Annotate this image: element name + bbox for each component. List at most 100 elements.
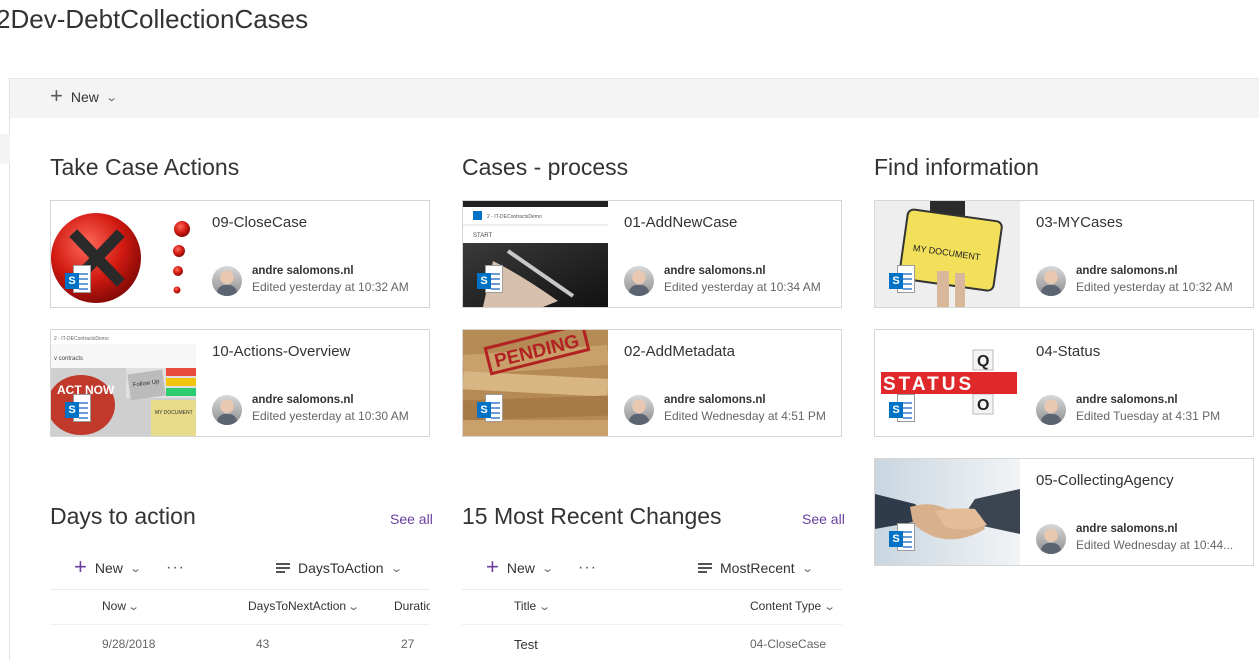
avatar (624, 395, 654, 425)
more-options-button[interactable]: ··· (166, 559, 185, 577)
column-header-content-type[interactable]: Content Type ⌄ (750, 599, 836, 613)
document-card-add-new-case[interactable]: 2 - IT-DEContractsDemo START S 01-AddNew… (462, 200, 842, 308)
view-icon (276, 563, 290, 573)
view-selector-days-to-action[interactable]: DaysToAction ⌄ (276, 560, 403, 576)
document-card-add-metadata[interactable]: PENDING S 02-AddMetadata andre salomons.… (462, 329, 842, 437)
card-author: andre salomons.nl (664, 394, 766, 406)
card-edited: Edited yesterday at 10:34 AM (664, 280, 821, 294)
cell-content-type: 04-CloseCase (750, 637, 827, 651)
chevron-down-icon: ⌄ (389, 562, 403, 575)
see-all-link-days-to-action[interactable]: See all (390, 511, 433, 527)
cell-title[interactable]: Test (514, 637, 538, 652)
document-card-status[interactable]: Q O STATUS S 04-Status andre salomons.nl… (874, 329, 1254, 437)
thumbnail-add-metadata: PENDING S (463, 330, 608, 436)
recent-changes-new-button[interactable]: + New ⌄ (486, 553, 554, 579)
thumbnail-actions-overview: 2 - IT-DEContractsDemo v contracts Follo… (51, 330, 196, 436)
card-author: andre salomons.nl (664, 265, 766, 277)
left-navigation-rail (0, 78, 10, 660)
plus-icon: + (50, 82, 63, 108)
avatar (1036, 395, 1066, 425)
document-card-collecting-agency[interactable]: S 05-CollectingAgency andre salomons.nl … (874, 458, 1254, 566)
section-title-find-information: Find information (874, 154, 1039, 180)
site-title: 2Dev-DebtCollectionCases (0, 4, 309, 34)
column-header-duration[interactable]: Duratio (394, 599, 430, 613)
sharepoint-page-icon: S (65, 265, 91, 295)
new-button-label: New (94, 560, 123, 576)
table-row[interactable]: Test 04-CloseCase (462, 624, 842, 658)
plus-icon: + (486, 553, 499, 579)
new-button[interactable]: + New ⌄ (50, 82, 118, 108)
days-to-action-header-row: Now ⌄ DaysToNextAction ⌄ Duratio (50, 589, 430, 621)
thumbnail-add-new-case: 2 - IT-DEContractsDemo START S (463, 201, 608, 307)
section-title-take-case-actions: Take Case Actions (50, 154, 240, 180)
thumbnail-close-case: S (51, 201, 196, 307)
table-row[interactable]: 9/28/2018 43 27 (50, 624, 430, 658)
document-card-close-case[interactable]: S 09-CloseCase andre salomons.nl Edited … (50, 200, 430, 308)
svg-text:O: O (977, 397, 989, 414)
view-selector-recent-changes[interactable]: MostRecent ⌄ (698, 560, 814, 576)
sharepoint-page-icon: S (889, 265, 915, 295)
new-button-label: New (506, 560, 535, 576)
sharepoint-page-icon: S (477, 265, 503, 295)
thumb-start-text: START (473, 233, 492, 239)
chevron-down-icon: ⌄ (129, 562, 142, 575)
days-to-action-new-button[interactable]: + New ⌄ (74, 553, 142, 579)
plus-icon: + (74, 553, 87, 579)
card-author: andre salomons.nl (1076, 265, 1178, 277)
sharepoint-page-icon: S (65, 394, 91, 424)
view-icon (698, 563, 712, 573)
card-title: 01-AddNewCase (624, 214, 738, 231)
recent-changes-toolbar: + New ⌄ ··· MostRecent ⌄ (462, 551, 842, 585)
svg-text:Q: Q (977, 353, 989, 370)
column-header-days-to-next-action[interactable]: DaysToNextAction ⌄ (248, 599, 361, 613)
card-author: andre salomons.nl (252, 265, 354, 277)
card-title: 05-CollectingAgency (1036, 472, 1174, 489)
card-author: andre salomons.nl (1076, 523, 1178, 535)
document-card-actions-overview[interactable]: 2 - IT-DEContractsDemo v contracts Follo… (50, 329, 430, 437)
card-edited: Edited Wednesday at 4:51 PM (664, 409, 826, 423)
days-to-action-toolbar: + New ⌄ ··· DaysToAction ⌄ (50, 551, 430, 585)
section-title-recent-changes: 15 Most Recent Changes (462, 503, 722, 529)
chevron-down-icon: ⌄ (800, 562, 814, 575)
new-button-label: New (70, 89, 99, 105)
section-title-cases-process: Cases - process (462, 154, 629, 180)
chevron-down-icon: ⌄ (537, 601, 551, 613)
chevron-down-icon: ⌄ (822, 601, 836, 613)
card-edited: Edited yesterday at 10:30 AM (252, 409, 409, 423)
card-edited: Edited Tuesday at 4:31 PM (1076, 409, 1221, 423)
column-header-now[interactable]: Now ⌄ (102, 599, 140, 613)
avatar (212, 266, 242, 296)
avatar (212, 395, 242, 425)
chevron-down-icon: ⌄ (347, 601, 361, 613)
card-title: 04-Status (1036, 343, 1101, 360)
card-title: 10-Actions-Overview (212, 343, 351, 360)
thumbnail-collecting-agency: S (875, 459, 1020, 565)
see-all-link-recent-changes[interactable]: See all (802, 511, 845, 527)
view-selector-label: DaysToAction (298, 560, 384, 576)
card-title: 02-AddMetadata (624, 343, 735, 360)
avatar (624, 266, 654, 296)
cell-duration: 27 (401, 637, 415, 651)
column-header-title[interactable]: Title ⌄ (514, 599, 551, 613)
cell-days-to-next-action: 43 (256, 637, 270, 651)
thumb-demo-text: 2 - IT-DEContractsDemo (487, 214, 542, 220)
section-title-days-to-action: Days to action (50, 503, 196, 529)
thumbnail-status: Q O STATUS S (875, 330, 1020, 436)
left-rail-highlight (0, 134, 10, 164)
more-icon: ··· (578, 559, 597, 576)
recent-changes-header-row: Title ⌄ Content Type ⌄ (462, 589, 842, 621)
thumb-status-text: STATUS (883, 374, 974, 395)
document-card-my-cases[interactable]: MY DOCUMENT S 03-MYCases andre salomons.… (874, 200, 1254, 308)
card-author: andre salomons.nl (1076, 394, 1178, 406)
card-title: 03-MYCases (1036, 214, 1123, 231)
chevron-down-icon: ⌄ (105, 91, 118, 104)
more-options-button[interactable]: ··· (578, 559, 597, 577)
avatar (1036, 524, 1066, 554)
card-title: 09-CloseCase (212, 214, 308, 231)
sharepoint-page-icon: S (477, 394, 503, 424)
card-edited: Edited yesterday at 10:32 AM (1076, 280, 1233, 294)
thumb-contracts-text: v contracts (54, 356, 83, 362)
thumb-my-doc-text: MY DOCUMENT (155, 410, 193, 416)
more-icon: ··· (166, 559, 185, 576)
command-bar: + New ⌄ (10, 78, 1259, 118)
